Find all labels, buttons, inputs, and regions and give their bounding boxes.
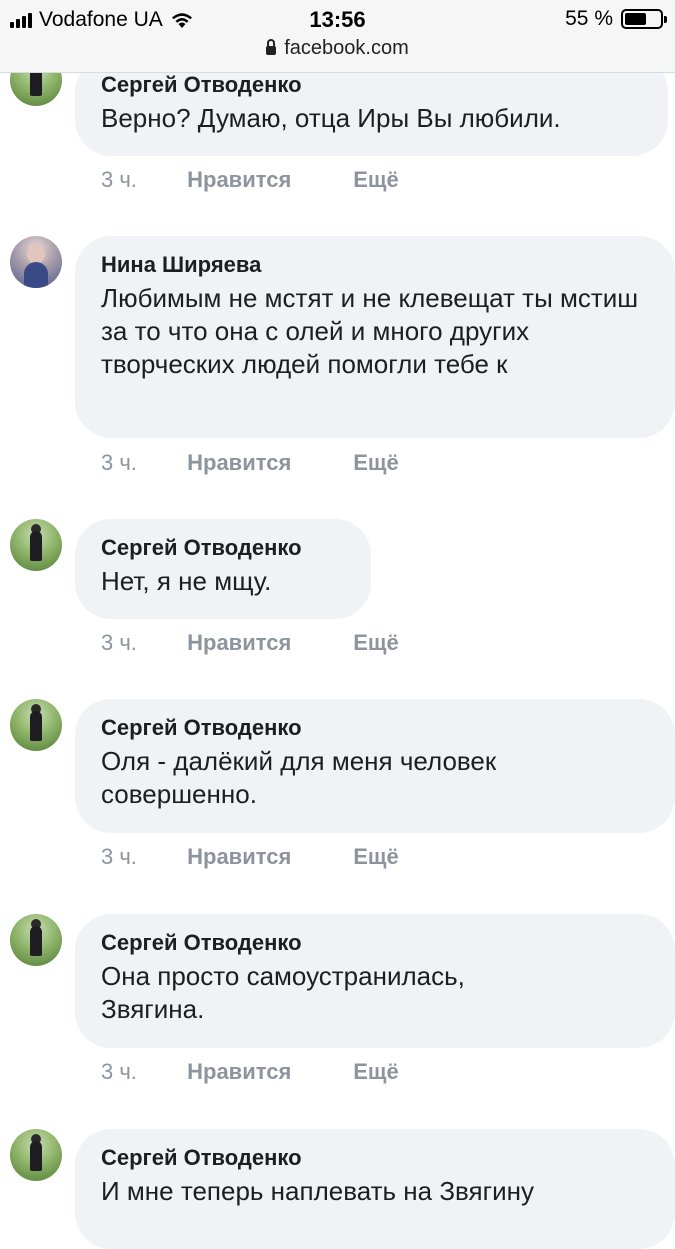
comment-author[interactable]: Сергей Отводенко bbox=[101, 533, 345, 563]
comment-author[interactable]: Нина Ширяева bbox=[101, 250, 649, 280]
comment-text: Оля - далёкий для меня человек совершенн… bbox=[101, 746, 497, 809]
address-bar[interactable]: facebook.com bbox=[0, 37, 675, 60]
more-button[interactable]: Ещё bbox=[353, 630, 398, 656]
comment-text: Она просто самоустранилась, Звягина. bbox=[101, 961, 465, 1024]
like-button[interactable]: Нравится bbox=[187, 1059, 347, 1085]
more-button[interactable]: Ещё bbox=[353, 1059, 398, 1085]
comment-text: Любимым не мстят и не клевещат ты мстиш … bbox=[101, 283, 639, 379]
comment-bubble[interactable]: Сергей Отводенко И мне теперь наплевать … bbox=[75, 1129, 675, 1249]
comment-text: Верно? Думаю, отца Иры Вы любили. bbox=[101, 103, 561, 133]
more-button[interactable]: Ещё bbox=[353, 167, 398, 193]
comment-text: Нет, я не мщу. bbox=[101, 566, 272, 596]
avatar[interactable] bbox=[10, 519, 62, 571]
comment-time[interactable]: 3 ч. bbox=[101, 844, 181, 870]
url-text[interactable]: facebook.com bbox=[284, 37, 409, 59]
comment-time[interactable]: 3 ч. bbox=[101, 167, 181, 193]
comment-actions: 3 ч. Нравится Ещё bbox=[101, 630, 399, 656]
more-button[interactable]: Ещё bbox=[353, 450, 398, 476]
comment-bubble[interactable]: Сергей Отводенко Она просто самоустранил… bbox=[75, 914, 675, 1048]
lock-icon bbox=[266, 39, 277, 55]
comment-actions: 3 ч. Нравится Ещё bbox=[101, 450, 399, 476]
comment-actions: 3 ч. Нравится Ещё bbox=[101, 167, 399, 193]
comment-author[interactable]: Сергей Отводенко bbox=[101, 713, 649, 743]
like-button[interactable]: Нравится bbox=[187, 450, 347, 476]
comment-time[interactable]: 3 ч. bbox=[101, 630, 181, 656]
comment-bubble[interactable]: Нина Ширяева Любимым не мстят и не клеве… bbox=[75, 236, 675, 438]
like-button[interactable]: Нравится bbox=[187, 630, 347, 656]
comment-actions: 3 ч. Нравится Ещё bbox=[101, 844, 399, 870]
more-button[interactable]: Ещё bbox=[353, 844, 398, 870]
comment-time[interactable]: 3 ч. bbox=[101, 450, 181, 476]
comment-actions: 3 ч. Нравится Ещё bbox=[101, 1059, 399, 1085]
like-button[interactable]: Нравится bbox=[187, 167, 347, 193]
status-bar: Vodafone UA 13:56 55 % facebook.com bbox=[0, 0, 675, 73]
like-button[interactable]: Нравится bbox=[187, 844, 347, 870]
avatar[interactable] bbox=[10, 699, 62, 751]
avatar[interactable] bbox=[10, 236, 62, 288]
comment-text: И мне теперь наплевать на Звягину bbox=[101, 1176, 534, 1206]
comment-author[interactable]: Сергей Отводенко bbox=[101, 1143, 649, 1173]
battery-icon bbox=[621, 9, 667, 29]
comment-author[interactable]: Сергей Отводенко bbox=[101, 928, 649, 958]
battery-group: 55 % bbox=[565, 7, 667, 31]
comment-bubble[interactable]: Сергей Отводенко Оля - далёкий для меня … bbox=[75, 699, 675, 833]
avatar[interactable] bbox=[10, 914, 62, 966]
battery-percent: 55 % bbox=[565, 7, 613, 30]
comment-time[interactable]: 3 ч. bbox=[101, 1059, 181, 1085]
avatar[interactable] bbox=[10, 1129, 62, 1181]
comment-author[interactable]: Сергей Отводенко bbox=[101, 70, 642, 100]
comment-bubble[interactable]: Сергей Отводенко Нет, я не мщу. bbox=[75, 519, 371, 619]
